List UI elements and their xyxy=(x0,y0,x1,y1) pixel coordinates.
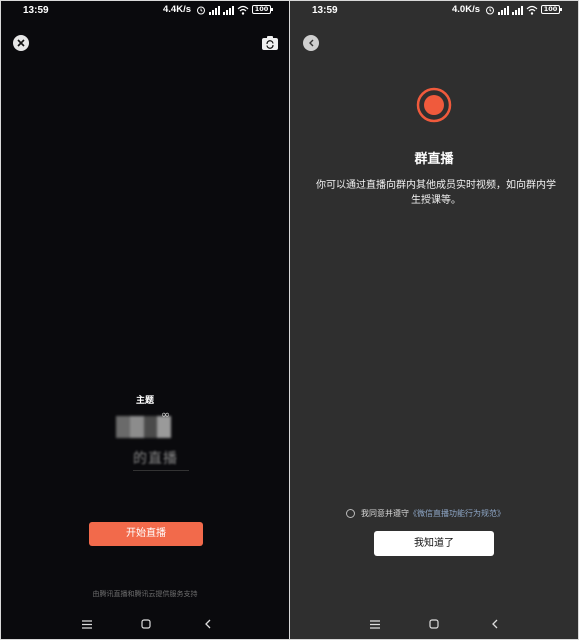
close-icon xyxy=(17,39,25,47)
page-title: 群直播 xyxy=(414,152,454,167)
nav-menu-button[interactable] xyxy=(368,617,382,631)
nav-back-button[interactable] xyxy=(201,617,215,631)
cell-signal-icon xyxy=(209,5,220,15)
agreement-text: 我同意并遵守 xyxy=(361,509,409,518)
start-live-button[interactable]: 开始直播 xyxy=(89,522,203,546)
chevron-left-icon xyxy=(205,619,211,629)
back-button[interactable] xyxy=(303,35,319,51)
topic-label: 主题 xyxy=(135,396,154,406)
cell-signal-2-icon xyxy=(223,5,234,15)
infinity-icon: ∞ xyxy=(161,408,171,421)
service-footer-note: 由腾讯直播和腾讯云提供服务支持 xyxy=(92,590,198,598)
back-icon xyxy=(308,39,313,47)
home-icon xyxy=(141,619,151,629)
live-setup-screen: 13:59 4.4K/s 100 主题 ∞ 的直播 开始直播 由腾讯直播和腾讯云… xyxy=(1,1,289,639)
wifi-icon xyxy=(237,5,249,15)
record-icon xyxy=(416,87,452,123)
status-time: 13:59 xyxy=(23,5,49,16)
topic-underline xyxy=(133,470,189,471)
got-it-button[interactable]: 我知道了 xyxy=(374,531,494,556)
alarm-icon xyxy=(197,6,205,14)
menu-icon xyxy=(370,619,380,629)
close-button[interactable] xyxy=(13,35,29,51)
chevron-left-icon xyxy=(492,619,498,629)
camera-switch-icon[interactable] xyxy=(261,35,279,51)
agreement-row: 我同意并遵守 《微信直播功能行为规范》 xyxy=(346,508,505,519)
wifi-icon xyxy=(526,5,538,15)
nav-home-button[interactable] xyxy=(139,617,153,631)
home-icon xyxy=(429,619,439,629)
system-nav-bar xyxy=(1,609,289,639)
battery-icon: 100 xyxy=(541,5,562,14)
status-bar: 13:59 4.0K/s 100 xyxy=(290,1,578,21)
nav-menu-button[interactable] xyxy=(80,617,94,631)
net-speed: 4.4K/s xyxy=(163,4,191,15)
group-live-intro-screen: 13:59 4.0K/s 100 群直播 你可以通过直播向群内其他成员实时视频，… xyxy=(290,1,578,639)
cell-signal-2-icon xyxy=(512,5,523,15)
cell-signal-icon xyxy=(498,5,509,15)
agreement-link[interactable]: 《微信直播功能行为规范》 xyxy=(409,508,505,519)
status-bar: 13:59 4.4K/s 100 xyxy=(1,1,289,21)
nav-home-button[interactable] xyxy=(427,617,441,631)
net-speed: 4.0K/s xyxy=(452,4,480,15)
intro-description: 你可以通过直播向群内其他成员实时视频，如向群内学生授课等。 xyxy=(316,180,556,206)
battery-icon: 100 xyxy=(252,5,273,14)
menu-icon xyxy=(82,619,92,629)
status-time: 13:59 xyxy=(312,5,338,16)
system-nav-bar xyxy=(290,609,578,639)
agreement-checkbox[interactable] xyxy=(346,509,355,518)
alarm-icon xyxy=(486,6,494,14)
nav-back-button[interactable] xyxy=(488,617,502,631)
topic-title[interactable]: 的直播 xyxy=(133,448,191,468)
